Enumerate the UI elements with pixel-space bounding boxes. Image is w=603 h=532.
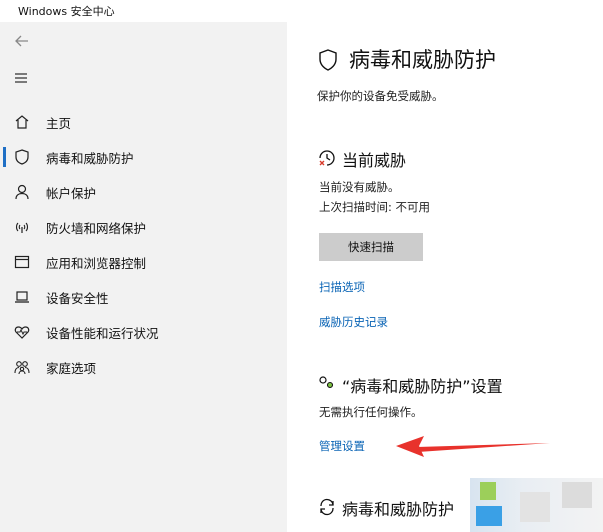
sidebar-item-family[interactable]: 家庭选项 — [0, 352, 287, 382]
shield-icon — [15, 149, 29, 165]
sidebar-item-label: 设备安全性 — [46, 291, 109, 306]
family-icon — [14, 361, 30, 375]
page-title: 病毒和威胁防护 — [349, 48, 496, 72]
settings-heading: “病毒和威胁防护”设置 — [342, 377, 503, 396]
red-arrow-annotation — [396, 436, 550, 457]
refresh-icon — [320, 498, 334, 516]
threat-scan-icon — [319, 150, 335, 166]
title-bar: Windows 安全中心 — [0, 0, 603, 22]
heart-icon — [14, 326, 30, 339]
manage-settings-link[interactable]: 管理设置 — [319, 438, 365, 454]
current-threats-heading: 当前威胁 — [342, 151, 407, 170]
active-indicator — [3, 147, 6, 167]
last-scan-time: 上次扫描时间: 不可用 — [319, 200, 431, 214]
page-subtitle: 保护你的设备免受威胁。 — [317, 89, 444, 103]
person-icon — [15, 184, 29, 200]
sidebar-item-firewall[interactable]: 防火墙和网络保护 — [0, 212, 287, 242]
settings-gear-icon — [319, 376, 334, 389]
sidebar-item-label: 设备性能和运行状况 — [46, 326, 159, 341]
sidebar-item-device-security[interactable]: 设备安全性 — [0, 282, 287, 312]
main-content: 病毒和威胁防护 保护你的设备免受威胁。 当前威胁 当前没有威胁。 上次扫描时间:… — [287, 22, 603, 532]
settings-status: 无需执行任何操作。 — [319, 405, 423, 419]
sidebar-item-virus-protection[interactable]: 病毒和威胁防护 — [0, 142, 287, 172]
sidebar: 主页 病毒和威胁防护 帐户保护 防火墙和网络保护 应用和浏览器控制 设备安全性 … — [0, 22, 287, 532]
threat-history-link[interactable]: 威胁历史记录 — [319, 314, 388, 330]
sidebar-item-app-browser[interactable]: 应用和浏览器控制 — [0, 247, 287, 277]
protection-updates-heading: 病毒和威胁防护 — [342, 500, 455, 519]
sidebar-item-home[interactable]: 主页 — [0, 107, 287, 137]
sidebar-item-label: 病毒和威胁防护 — [46, 151, 134, 166]
blurred-overlay — [470, 478, 603, 532]
window-title: Windows 安全中心 — [18, 5, 115, 18]
threat-status: 当前没有威胁。 — [319, 180, 400, 194]
sidebar-item-label: 家庭选项 — [46, 361, 97, 376]
app-window-icon — [14, 255, 30, 269]
shield-icon — [319, 49, 337, 71]
home-icon — [15, 115, 29, 129]
sidebar-item-label: 帐户保护 — [46, 186, 97, 201]
sidebar-item-label: 应用和浏览器控制 — [46, 256, 147, 271]
sidebar-item-label: 防火墙和网络保护 — [46, 221, 147, 236]
laptop-icon — [15, 291, 29, 303]
sidebar-item-label: 主页 — [46, 116, 72, 131]
quick-scan-button[interactable]: 快速扫描 — [319, 233, 423, 261]
scan-options-link[interactable]: 扫描选项 — [319, 279, 365, 295]
sidebar-item-account[interactable]: 帐户保护 — [0, 177, 287, 207]
wifi-icon — [15, 222, 29, 233]
sidebar-item-device-health[interactable]: 设备性能和运行状况 — [0, 317, 287, 347]
back-arrow-icon[interactable] — [11, 31, 33, 51]
hamburger-icon[interactable] — [11, 68, 33, 88]
